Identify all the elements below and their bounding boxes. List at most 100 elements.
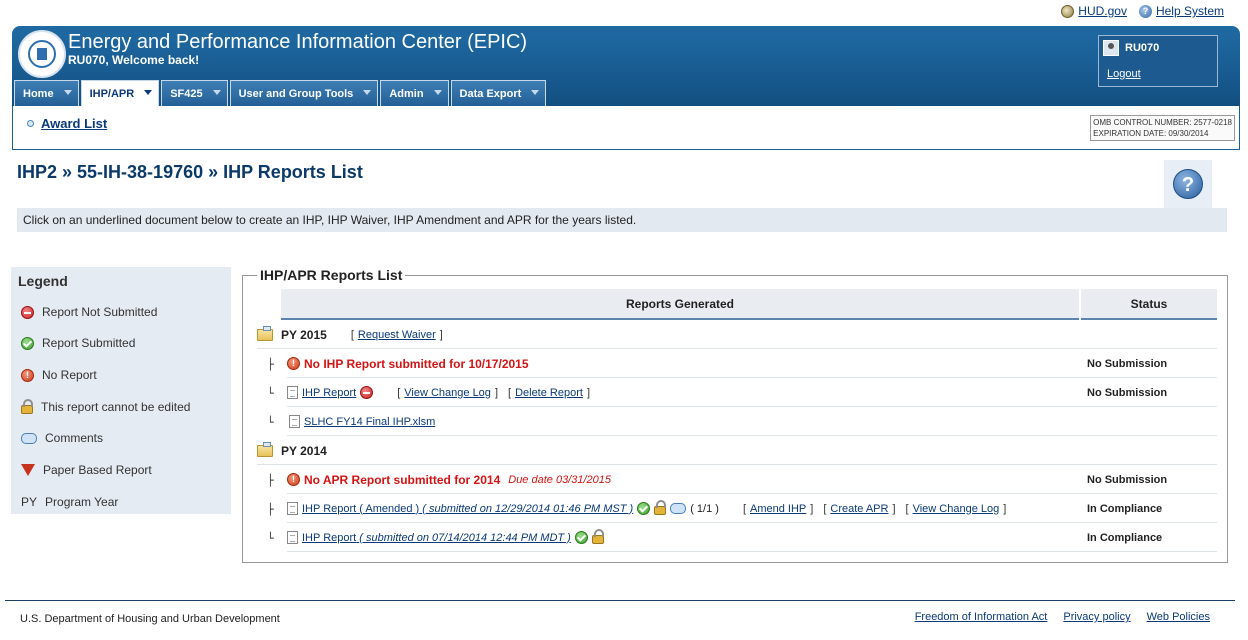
chevron-down-icon — [212, 90, 221, 95]
legend-item: PY Program Year — [21, 495, 119, 509]
chevron-down-icon — [531, 90, 540, 95]
chevron-down-icon — [63, 90, 72, 95]
user-name: RU070 — [1125, 42, 1160, 54]
reports-panel-title: IHP/APR Reports List — [257, 267, 406, 283]
help-question-icon: ? — [1173, 169, 1203, 199]
legend-item: Report Submitted — [21, 336, 135, 350]
legend-title: Legend — [18, 273, 68, 289]
view-change-log-link[interactable]: View Change Log — [404, 387, 491, 399]
lock-icon — [654, 500, 667, 515]
omb-expiration-date: EXPIRATION DATE: 09/30/2014 — [1093, 129, 1209, 138]
legend-panel: Legend Report Not Submitted Report Submi… — [11, 267, 231, 514]
hud-gov-link-item[interactable]: HUD.gov — [1061, 4, 1127, 18]
footer-agency: U.S. Department of Housing and Urban Dev… — [20, 613, 280, 625]
ihp-report-link[interactable]: IHP Report ( submitted on 07/14/2014 12:… — [302, 532, 571, 544]
hud-logo — [18, 30, 66, 78]
status-cell — [1081, 408, 1217, 436]
status-cell — [1081, 321, 1217, 349]
comment-count: ( 1/1 ) — [690, 502, 719, 515]
chevron-down-icon — [433, 90, 442, 95]
main-nav: Home IHP/APR SF425 User and Group Tools … — [14, 80, 548, 106]
legend-item: Comments — [21, 431, 103, 445]
help-system-link-item[interactable]: ? Help System — [1138, 4, 1224, 18]
reports-panel: IHP/APR Reports List Reports Generated S… — [242, 267, 1228, 563]
file-attachment-link[interactable]: SLHC FY14 Final IHP.xlsm — [304, 416, 435, 428]
column-header-status: Status — [1081, 289, 1217, 320]
app-title: Energy and Performance Information Cente… — [68, 31, 528, 53]
help-system-link[interactable]: Help System — [1156, 4, 1224, 18]
delete-report-link[interactable]: Delete Report — [515, 387, 583, 399]
document-icon — [289, 415, 300, 428]
bullet-icon — [27, 120, 34, 127]
help-icon: ? — [1138, 4, 1152, 18]
chevron-down-icon — [144, 90, 153, 95]
app-header: Energy and Performance Information Cente… — [12, 26, 1240, 106]
hud-gov-link[interactable]: HUD.gov — [1078, 4, 1127, 18]
reports-table-header: Reports Generated Status — [281, 289, 1217, 320]
status-cell: In Compliance — [1081, 495, 1217, 523]
comments-icon — [21, 432, 37, 444]
report-not-submitted-icon — [360, 386, 374, 399]
omb-control-number: OMB CONTROL NUMBER: 2577-0218 — [1093, 118, 1232, 127]
status-cell: No Submission — [1081, 466, 1217, 494]
nav-tab-user-group-tools[interactable]: User and Group Tools — [229, 80, 379, 106]
no-report-icon: ! — [287, 473, 300, 486]
table-row: └ SLHC FY14 Final IHP.xlsm — [243, 408, 1227, 437]
ihp-amended-report-link[interactable]: IHP Report ( Amended ) ( submitted on 12… — [302, 503, 633, 515]
ihp-report-link[interactable]: IHP Report — [302, 387, 356, 399]
program-year-label: PY 2015 — [281, 327, 327, 342]
document-icon — [287, 502, 298, 515]
privacy-policy-link[interactable]: Privacy policy — [1063, 611, 1130, 623]
program-year-abbr: PY — [21, 495, 38, 509]
table-row: ├ ! No APR Report submitted for 2014 Due… — [243, 466, 1227, 495]
help-button[interactable]: ? — [1164, 160, 1212, 208]
status-cell — [1081, 437, 1217, 465]
request-waiver-link[interactable]: Request Waiver — [358, 329, 436, 341]
no-report-icon: ! — [287, 357, 300, 370]
hud-seal-icon — [1061, 4, 1075, 18]
logout-link[interactable]: Logout — [1107, 68, 1141, 80]
user-box: RU070 Logout — [1098, 35, 1218, 87]
comments-icon[interactable] — [670, 503, 687, 514]
program-year-label: PY 2014 — [281, 443, 327, 458]
no-ihp-message: No IHP Report submitted for 10/17/2015 — [304, 356, 529, 371]
table-row: PY 2015 [ Request Waiver ] — [243, 321, 1227, 350]
view-change-log-link[interactable]: View Change Log — [913, 503, 1000, 515]
award-list-link[interactable]: Award List — [41, 116, 107, 131]
due-date: Due date 03/31/2015 — [508, 473, 612, 486]
column-header-reports: Reports Generated — [281, 289, 1079, 320]
user-avatar-icon — [1103, 40, 1119, 56]
welcome-message: RU070, Welcome back! — [68, 53, 200, 67]
nav-tab-sf425[interactable]: SF425 — [161, 80, 228, 106]
foia-link[interactable]: Freedom of Information Act — [915, 611, 1048, 623]
status-cell: No Submission — [1081, 350, 1217, 378]
no-apr-message: No APR Report submitted for 2014 — [304, 472, 501, 487]
table-row: └ IHP Report ( submitted on 07/14/2014 1… — [243, 524, 1227, 553]
legend-item: Paper Based Report — [21, 463, 152, 477]
document-icon — [287, 531, 298, 544]
legend-item: Report Not Submitted — [21, 305, 157, 319]
omb-control-box: OMB CONTROL NUMBER: 2577-0218 EXPIRATION… — [1090, 115, 1235, 141]
amend-ihp-link[interactable]: Amend IHP — [750, 503, 806, 515]
instructions-bar: Click on an underlined document below to… — [17, 208, 1227, 232]
report-submitted-icon — [574, 531, 588, 544]
nav-tab-data-export[interactable]: Data Export — [450, 80, 547, 106]
folder-icon — [257, 441, 273, 457]
table-row: └ IHP Report [ View Change Log ] [ Delet… — [243, 379, 1227, 408]
nav-tab-home[interactable]: Home — [14, 80, 79, 106]
nav-tab-ihp-apr[interactable]: IHP/APR — [80, 80, 160, 106]
create-apr-link[interactable]: Create APR — [830, 503, 888, 515]
document-icon — [287, 386, 298, 399]
paper-based-report-icon — [21, 464, 35, 476]
sub-bar: Award List OMB CONTROL NUMBER: 2577-0218… — [12, 106, 1240, 150]
web-policies-link[interactable]: Web Policies — [1147, 611, 1210, 623]
nav-tab-admin[interactable]: Admin — [380, 80, 449, 106]
status-cell: No Submission — [1081, 379, 1217, 407]
legend-item: ! No Report — [21, 368, 97, 382]
utility-links: HUD.gov ? Help System — [1061, 4, 1224, 18]
chevron-down-icon — [363, 90, 372, 95]
table-row: ├ IHP Report ( Amended ) ( submitted on … — [243, 495, 1227, 524]
lock-icon — [591, 529, 604, 544]
report-not-submitted-icon — [21, 305, 34, 319]
lock-icon — [21, 398, 33, 414]
